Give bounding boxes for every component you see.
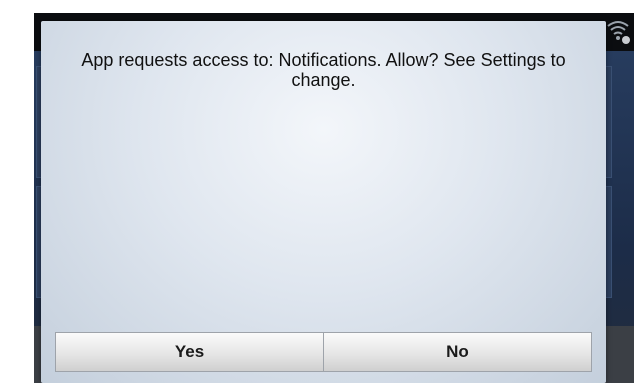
dialog-message: App requests access to: Notifications. A…: [81, 50, 566, 90]
yes-button[interactable]: Yes: [55, 332, 324, 372]
permission-dialog: App requests access to: Notifications. A…: [41, 21, 606, 383]
screen: App requests access to: Notifications. A…: [0, 0, 634, 383]
no-button[interactable]: No: [324, 332, 592, 372]
dialog-button-bar: Yes No: [55, 332, 592, 372]
